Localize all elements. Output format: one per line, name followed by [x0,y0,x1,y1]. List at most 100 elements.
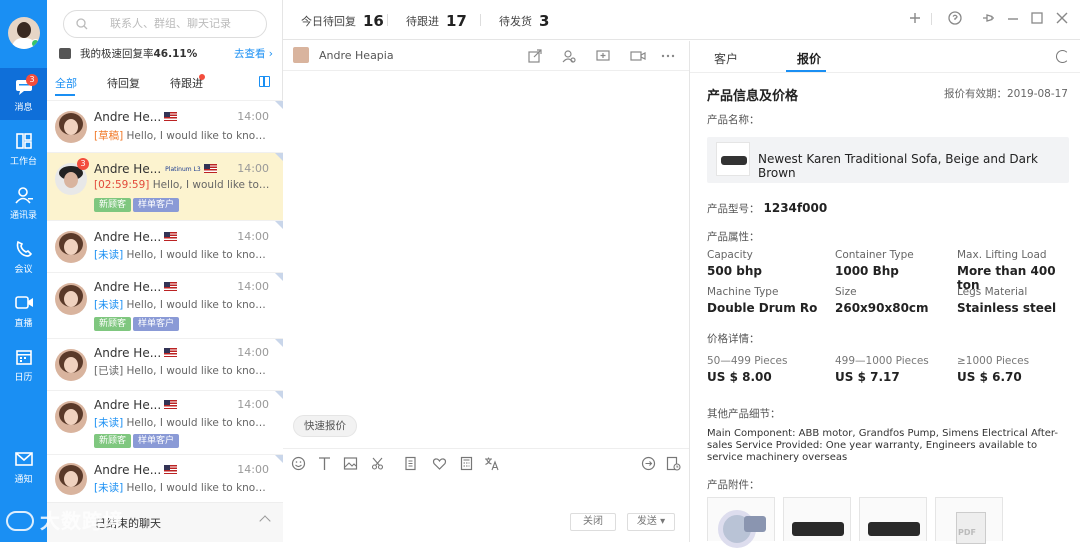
composer-toolbar [283,448,689,471]
close-chat-button[interactable]: 关闭 [570,513,616,531]
quick-quote-button[interactable]: 快速报价 [293,415,357,437]
conversation-item[interactable]: Andre He... 14:00 [未读] Hello, I would li… [47,272,283,338]
conversation-item-selected[interactable]: 3 Andre He... Platinum L3 14:00 [02:59:59… [47,152,283,220]
attachment-thumbnail[interactable] [783,497,851,541]
conversation-name: Andre He... [94,230,178,244]
file-icon[interactable] [403,456,418,471]
conversation-item[interactable]: Andre He... 14:00 [未读] Hello, I would li… [47,390,283,454]
more-icon[interactable] [660,48,676,64]
conversation-preview: [已读] Hello, I would like to know a... [94,365,270,377]
divider [387,14,388,26]
view-rate-link[interactable]: 去查看 › [234,46,273,62]
translate-icon[interactable] [484,456,499,471]
text-format-icon[interactable] [317,456,332,471]
tab-pending-reply[interactable]: 待回复 [107,75,140,91]
us-flag-icon [203,164,217,173]
rail-label-messages: 消息 [14,103,33,113]
section-title: 产品信息及价格 [707,89,799,104]
rail-item-contacts[interactable]: 通讯录 [0,176,47,228]
product-model: 产品型号： 1234f000 [707,201,828,215]
emoji-icon[interactable] [291,456,306,471]
avatar [55,401,87,433]
contact-avatar [293,47,309,63]
customer-tags: 新顾客 样单客户 [94,315,181,331]
rail-label-live: 直播 [14,319,33,329]
history-icon[interactable] [666,456,681,471]
minimize-icon[interactable] [1005,10,1021,26]
conversation-item[interactable]: Andre He... 14:00 [未读] Hello, I would li… [47,220,283,272]
price-tier: 499—1000 Pieces US $ 7.17 [835,355,929,384]
rail-label-notify: 通知 [14,475,33,485]
contacts-icon [14,187,33,204]
new-customer-tag: 新顾客 [94,434,132,448]
send-button[interactable]: 发送 ▾ [627,513,675,531]
price-tier: ≥1000 Pieces US $ 6.70 [957,355,1030,384]
conversation-preview: [草稿] Hello, I would like to know ... [94,130,270,142]
rail-item-live[interactable]: 直播 [0,284,47,336]
other-details-text: Main Component: ABB motor, Grandfos Pump… [707,428,1058,463]
conversation-time: 14:00 [237,398,269,411]
tab-all[interactable]: 全部 [55,75,77,91]
stat-to-ship[interactable]: 待发货 3 [499,12,549,30]
user-avatar[interactable] [8,17,40,49]
quote-validity: 报价有效期：2019-08-17 [943,88,1068,100]
corner-mark [275,339,283,347]
pin-icon[interactable] [980,10,996,26]
plus-icon[interactable] [907,10,923,26]
corner-mark [275,101,283,109]
rail-item-meeting[interactable]: 会议 [0,230,47,282]
app-rail: 3 消息 工作台 通讯录 会议 直播 日历 通知 [0,0,47,542]
video-call-icon[interactable] [630,48,646,64]
add-comment-icon[interactable] [595,48,611,64]
screenshot-icon[interactable] [371,456,386,471]
conversation-item[interactable]: Andre He... 14:00 [草稿] Hello, I would li… [47,100,283,152]
refresh-icon[interactable] [1056,50,1069,63]
attachment-thumbnail[interactable] [707,497,775,548]
pdf-icon-label: PDF [958,528,976,537]
search-input[interactable]: 联系人、群组、聊天记录 [63,10,267,38]
layout-toggle-icon[interactable] [259,76,270,87]
us-flag-icon [164,232,178,241]
attribute-item: Machine Type Double Drum Ro [707,286,818,315]
rail-item-workbench[interactable]: 工作台 [0,122,47,174]
panel-tabs: 客户 报价 [690,41,1080,73]
attributes-label: 产品属性： [707,231,760,243]
conversation-time: 14:00 [237,346,269,359]
calculator-icon[interactable] [459,456,474,471]
product-name: Newest Karen Traditional Sofa, Beige and… [758,152,1038,180]
attachment-pdf[interactable]: PDF [935,497,1003,544]
conversation-tabs: 全部 待回复 待跟进 [47,72,283,96]
favorite-icon[interactable] [432,456,447,471]
share-icon[interactable] [527,48,543,64]
stat-follow-up[interactable]: 待跟进 17 [406,12,467,30]
chevron-up-icon[interactable] [259,515,271,527]
stat-pending-reply[interactable]: 今日待回复 16 [301,12,384,30]
corner-mark [275,391,283,399]
close-icon[interactable] [1054,10,1070,26]
conversation-item[interactable]: Andre He... 14:00 [已读] Hello, I would li… [47,338,283,390]
live-icon [14,296,33,309]
help-icon[interactable] [947,10,963,26]
price-tier: 50—499 Pieces US $ 8.00 [707,355,788,384]
attachment-thumbnail[interactable] [859,497,927,541]
tab-customer[interactable]: 客户 [714,50,738,67]
rail-item-notify[interactable]: 通知 [0,440,47,492]
conversation-name: Andre He... [94,280,178,294]
conversation-time: 14:00 [237,162,269,175]
conversation-preview: [未读] Hello, I would like to know a... [94,482,270,494]
contact-settings-icon[interactable] [561,48,577,64]
tab-quote[interactable]: 报价 [797,50,821,67]
quick-reply-icon[interactable] [641,456,656,471]
product-card[interactable]: Newest Karen Traditional Sofa, Beige and… [707,137,1069,183]
online-status-icon [31,39,40,48]
image-icon[interactable] [343,456,358,471]
conversation-item[interactable]: Andre He... 14:00 [未读] Hello, I would li… [47,454,283,502]
maximize-icon[interactable] [1029,10,1045,26]
rail-item-messages[interactable]: 3 消息 [0,68,47,120]
attribute-item: Size 260x90x80cm [835,286,929,315]
avatar [55,283,87,315]
rail-item-calendar[interactable]: 日历 [0,338,47,390]
conversation-name: Andre He... [94,398,178,412]
conversation-name: Andre He... Platinum L3 [94,162,217,176]
unread-badge: 3 [77,158,89,170]
